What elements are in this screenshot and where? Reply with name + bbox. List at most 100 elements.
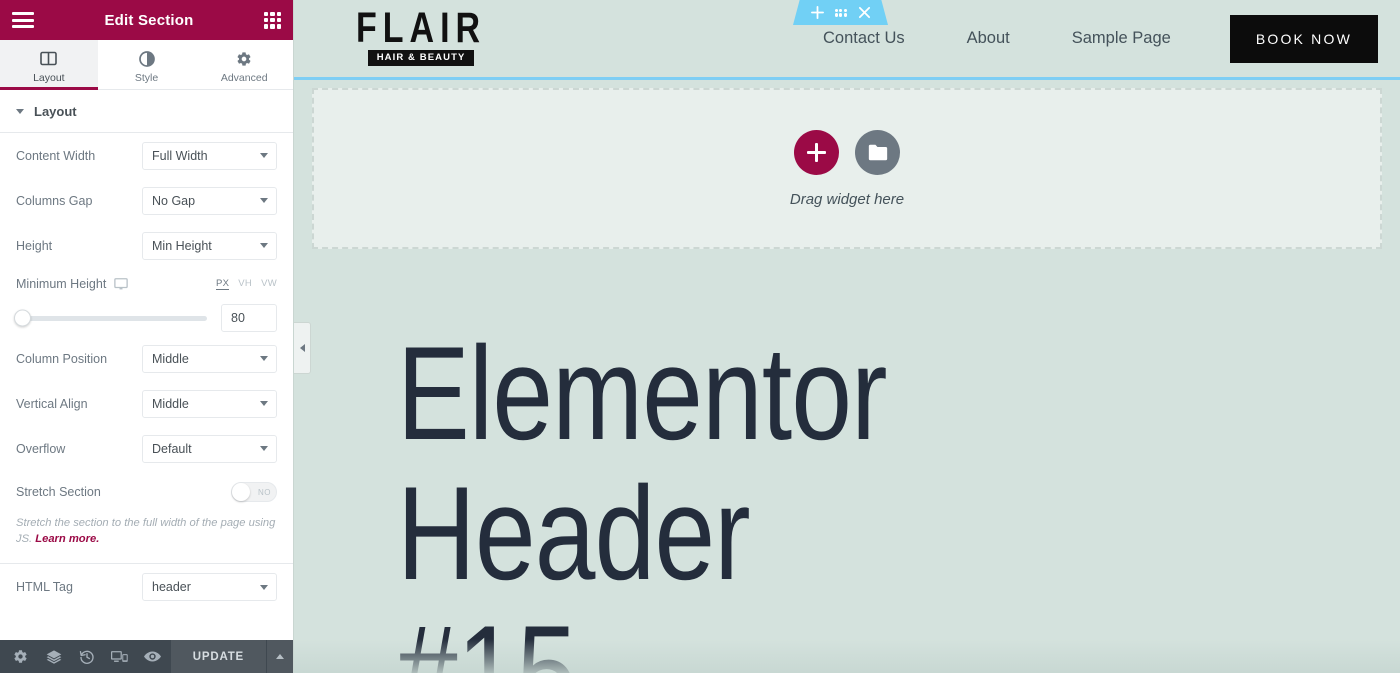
vertical-align-select[interactable]: Middle [142,389,277,418]
tab-style-label: Style [134,71,159,84]
unit-px[interactable]: PX [216,278,230,290]
stretch-section-toggle[interactable]: NO [231,482,277,502]
overflow-select[interactable]: Default [142,434,277,463]
slider-handle[interactable] [14,309,31,327]
control-minimum-height-header: Minimum Height PX VH VW [0,268,293,300]
minimum-height-label-group: Minimum Height [16,277,129,291]
chevron-down-icon [260,243,268,248]
drag-dots-icon[interactable] [834,8,847,17]
caret-up-icon [276,654,284,659]
hero-section[interactable]: Elementor Header #15 [294,249,1400,673]
history-revisions-icon[interactable] [70,640,103,673]
site-header-section[interactable]: FLAIR HAIR & BEAUTY Contact Us About Sam… [294,0,1400,80]
control-column-position: Column Position Middle [0,336,293,381]
height-label: Height [16,238,53,253]
minimum-height-slider-row: 80 [0,300,293,336]
grid-apps-icon[interactable] [263,11,281,29]
control-vertical-align: Vertical Align Middle [0,381,293,426]
chevron-down-icon [260,401,268,406]
stretch-section-helper: Stretch the section to the full width of… [0,513,293,559]
overflow-value: Default [152,441,192,456]
columns-gap-select[interactable]: No Gap [142,186,277,215]
panel-footer: UPDATE [0,640,293,673]
minimum-height-input[interactable]: 80 [221,304,277,332]
chevron-down-icon [260,584,268,590]
toggle-knob [232,483,250,501]
control-content-width: Content Width Full Width [0,133,293,178]
gear-icon [236,50,252,68]
nav-item-sample-page[interactable]: Sample Page [1041,29,1202,48]
tab-layout[interactable]: Layout [0,40,98,90]
add-section-icon[interactable] [810,6,824,19]
minimum-height-slider[interactable] [14,309,207,327]
empty-section-dropzone[interactable]: Drag widget here [312,88,1382,249]
column-position-select[interactable]: Middle [142,344,277,373]
panel-body: Layout Content Width Full Width Columns … [0,90,293,640]
chevron-down-icon [260,198,268,203]
contrast-half-circle-icon [138,50,155,68]
tab-style[interactable]: Style [98,40,196,89]
columns-gap-label: Columns Gap [16,193,93,208]
content-width-select[interactable]: Full Width [142,141,277,170]
control-overflow: Overflow Default [0,426,293,471]
chevron-down-icon [260,446,268,451]
minimum-height-units: PX VH VW [216,278,277,290]
update-group: UPDATE [170,640,293,673]
height-select[interactable]: Min Height [142,231,277,260]
vertical-align-value: Middle [152,396,189,411]
section-handle-toolbar [793,0,888,25]
chevron-down-icon [260,153,268,158]
close-x-icon[interactable] [858,6,871,19]
column-position-value: Middle [152,351,189,366]
drag-widget-text: Drag widget here [789,190,905,208]
learn-more-link[interactable]: Learn more. [35,533,99,545]
control-stretch-section: Stretch Section NO [0,471,293,513]
tab-advanced-label: Advanced [220,71,268,84]
tab-advanced[interactable]: Advanced [195,40,293,89]
control-columns-gap: Columns Gap No Gap [0,178,293,223]
plus-icon [807,142,826,162]
overflow-label: Overflow [16,441,66,456]
responsive-mode-icon[interactable] [103,640,136,673]
columns-icon [40,50,58,68]
html-tag-select[interactable]: header [142,573,277,602]
unit-vh[interactable]: VH [238,278,252,290]
height-value: Min Height [152,238,212,253]
site-logo[interactable]: FLAIR HAIR & BEAUTY [356,7,486,66]
nav-item-about[interactable]: About [936,29,1041,48]
plus-circle-icon[interactable] [794,129,839,175]
column-position-label: Column Position [16,351,108,366]
add-widget-row [794,129,900,175]
elementor-editor: Edit Section Layout Style Advanced Layou… [0,0,1400,673]
html-tag-value: header [152,580,191,595]
control-html-tag: HTML Tag header [0,564,293,610]
vertical-align-label: Vertical Align [16,396,88,411]
unit-vw[interactable]: VW [261,278,277,290]
panel-collapse-toggle[interactable] [294,322,311,374]
layout-section-header[interactable]: Layout [0,90,293,133]
hero-title: Elementor Header #15 [397,320,888,673]
caret-down-icon [16,108,24,114]
panel-title: Edit Section [104,11,194,29]
update-button[interactable]: UPDATE [170,640,266,673]
stretch-section-label: Stretch Section [16,485,101,499]
panel-tabs: Layout Style Advanced [0,40,293,90]
editor-panel: Edit Section Layout Style Advanced Layou… [0,0,294,673]
gear-icon[interactable] [4,640,37,673]
content-width-value: Full Width [152,148,208,163]
chevron-down-icon [260,356,268,361]
update-options-button[interactable] [266,640,293,673]
logo-wordmark: FLAIR [356,4,487,52]
tab-layout-label: Layout [33,71,65,84]
columns-gap-value: No Gap [152,193,196,208]
desktop-monitor-icon[interactable] [114,277,129,291]
hamburger-menu-icon[interactable] [12,12,34,28]
logo-tagline: HAIR & BEAUTY [367,50,475,66]
folder-template-icon[interactable] [855,129,900,175]
layout-section-title: Layout [34,103,77,119]
panel-header: Edit Section [0,0,293,40]
eye-preview-icon[interactable] [136,640,169,673]
book-now-button[interactable]: BOOK NOW [1229,14,1378,63]
nav-item-contact-us[interactable]: Contact Us [792,29,936,48]
layers-icon[interactable] [37,640,70,673]
